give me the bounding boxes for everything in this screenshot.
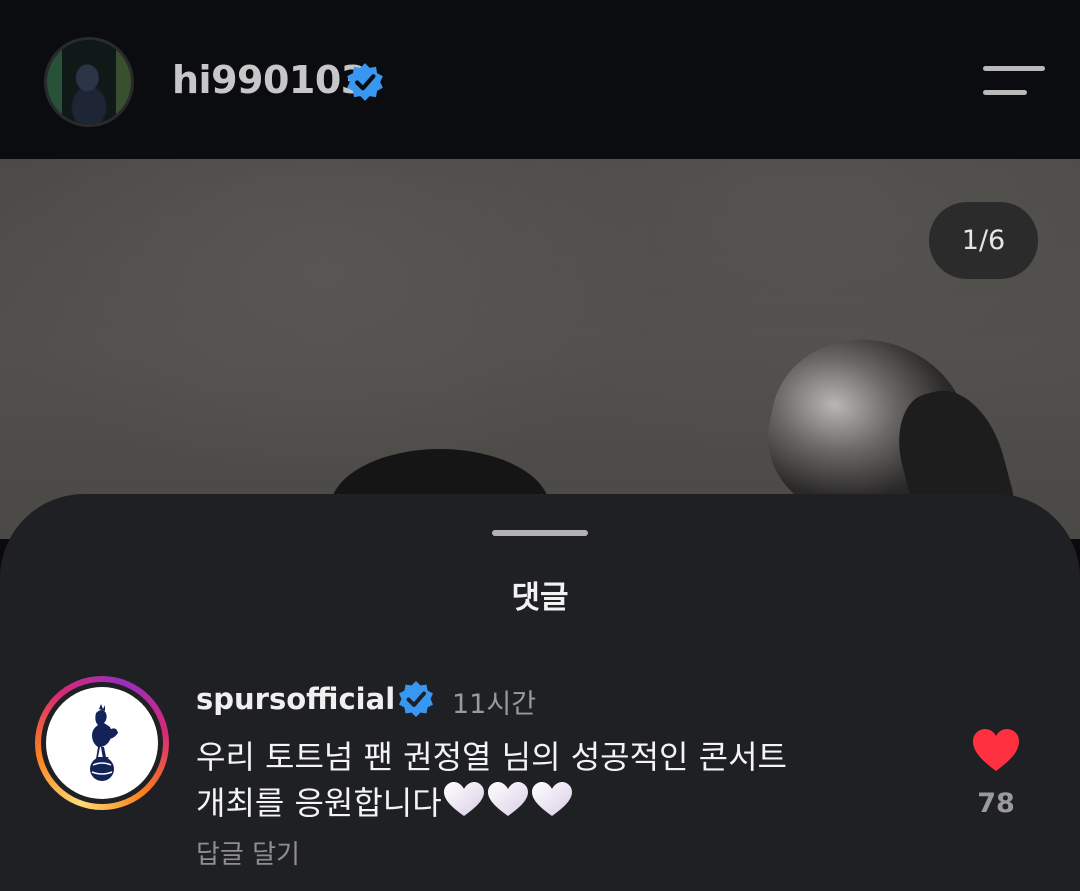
hamburger-menu-icon[interactable] xyxy=(983,64,1045,98)
white-heart-icon xyxy=(443,782,572,816)
avatar-image xyxy=(47,40,131,124)
verified-badge-icon xyxy=(347,63,383,101)
spurs-logo xyxy=(46,687,158,799)
profile-header: hi990103 xyxy=(0,0,1080,159)
menu-line-top xyxy=(983,66,1045,71)
avatar[interactable] xyxy=(44,37,134,127)
comment-avatar[interactable] xyxy=(35,676,169,810)
reply-button[interactable]: 답글 달기 xyxy=(196,834,300,871)
comment-text-line2: 개최를 응원합니다 xyxy=(196,784,442,822)
heart-like-icon[interactable] xyxy=(971,727,1021,773)
comments-sheet: 댓글 spursofficial 11시간 우리 토트넘 팬 권정열 님의 성공… xyxy=(0,494,1080,891)
comment-timestamp: 11시간 xyxy=(452,689,537,720)
comment-text-line2-wrap: 개최를 응원합니다 xyxy=(196,780,896,832)
sheet-title: 댓글 xyxy=(511,580,569,616)
comment-username[interactable]: spursofficial xyxy=(196,682,395,716)
comment-text-line1: 우리 토트넘 팬 권정열 님의 성공적인 콘서트 xyxy=(196,738,787,776)
like-count: 78 xyxy=(977,788,1015,819)
page-counter: 1/6 xyxy=(929,202,1038,279)
verified-badge-icon xyxy=(399,681,433,717)
post-photo[interactable] xyxy=(0,159,1080,539)
username[interactable]: hi990103 xyxy=(172,58,367,102)
screen: hi990103 1/6 댓글 spursofficial 11시간 우리 토트… xyxy=(0,0,1080,891)
cockerel-logo-icon xyxy=(90,704,118,781)
drag-handle[interactable] xyxy=(492,530,588,536)
white-heart-emojis xyxy=(442,780,574,832)
comment-text: 우리 토트넘 팬 권정열 님의 성공적인 콘서트 개최를 응원합니다 xyxy=(196,734,896,832)
menu-line-bottom xyxy=(983,90,1027,95)
